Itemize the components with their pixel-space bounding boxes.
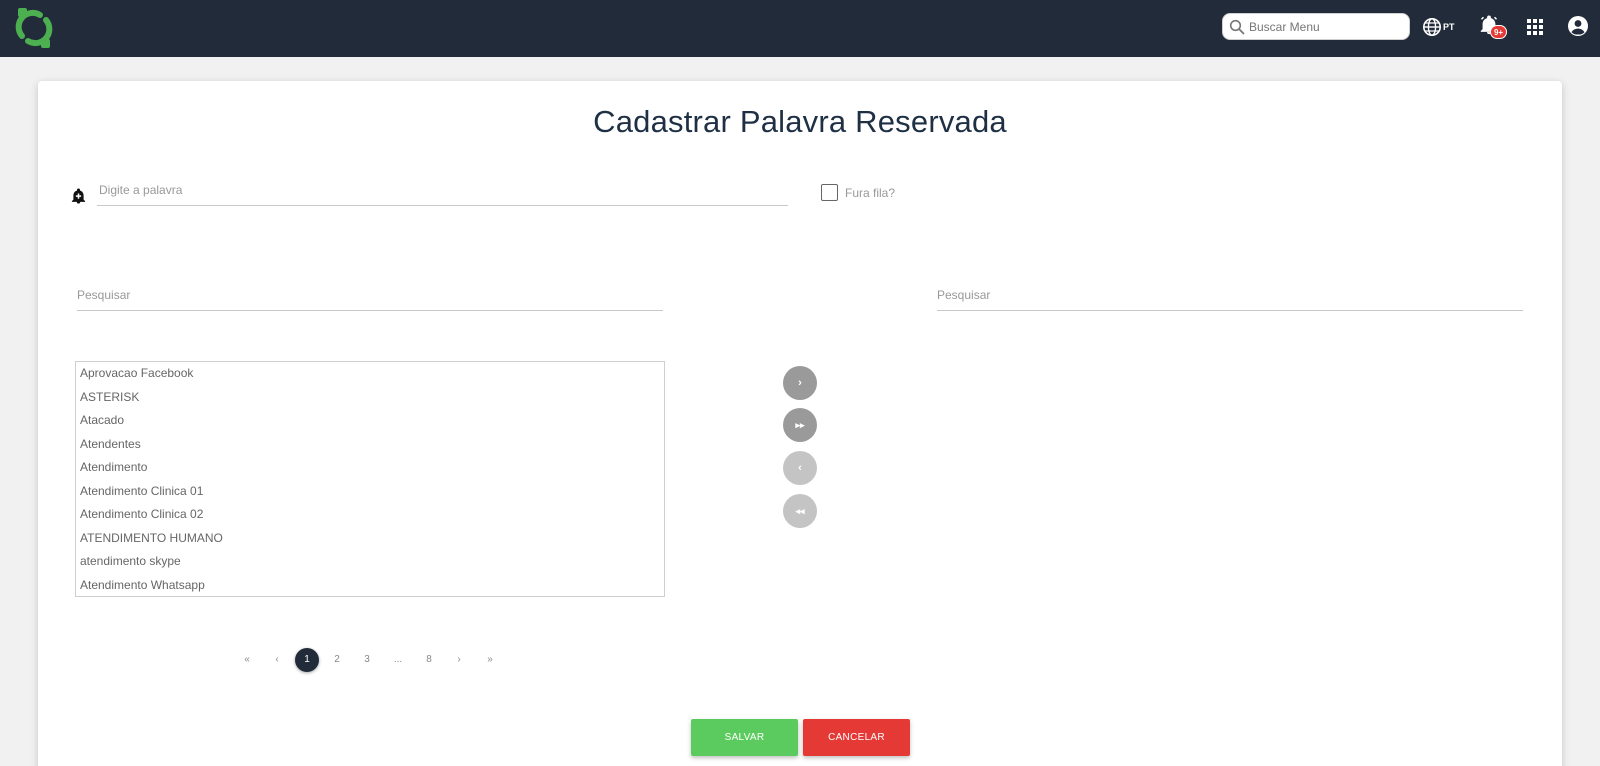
search-available-field	[77, 281, 663, 311]
list-item[interactable]: Atacado	[76, 409, 664, 433]
list-item[interactable]: ATENDIMENTO HUMANO	[76, 527, 664, 551]
list-item[interactable]: atendimento skype	[76, 550, 664, 574]
list-item[interactable]: Atendimento	[76, 456, 664, 480]
list-item[interactable]: Aprovacao Facebook	[76, 362, 664, 386]
apps-grid-icon	[1527, 19, 1543, 35]
page-prev-button[interactable]: ‹	[265, 648, 289, 672]
page-last-button[interactable]: »	[478, 648, 502, 672]
word-field	[97, 176, 788, 206]
save-button[interactable]: SALVAR	[691, 719, 798, 756]
top-navbar: PT 9+	[0, 0, 1600, 57]
move-all-right-button[interactable]: ▸▸	[783, 408, 817, 442]
search-selected-input[interactable]	[937, 281, 1523, 309]
fura-fila-label: Fura fila?	[845, 186, 896, 200]
move-right-button[interactable]: ›	[783, 366, 817, 400]
list-item[interactable]: ASTERISK	[76, 386, 664, 410]
language-code: PT	[1443, 22, 1455, 32]
notifications-button[interactable]: 9+	[1478, 14, 1507, 42]
page-1-button[interactable]: 1	[295, 648, 319, 672]
cancel-button[interactable]: CANCELAR	[803, 719, 910, 756]
page-3-button[interactable]: 3	[355, 648, 379, 672]
apps-grid-button[interactable]	[1524, 16, 1546, 38]
globe-icon	[1423, 18, 1441, 36]
page-title: Cadastrar Palavra Reservada	[593, 104, 1007, 139]
search-selected-field	[937, 281, 1523, 311]
page-next-button[interactable]: ›	[447, 648, 471, 672]
page-first-button[interactable]: «	[235, 648, 259, 672]
list-item[interactable]: Atendimento Clinica 01	[76, 480, 664, 504]
list-item[interactable]: Atendimento Clinica 02	[76, 503, 664, 527]
word-input[interactable]	[97, 176, 788, 204]
menu-search	[1222, 13, 1410, 40]
page-2-button[interactable]: 2	[325, 648, 349, 672]
fura-fila-checkbox[interactable]	[821, 184, 838, 201]
page-ellipsis: ...	[393, 654, 403, 665]
list-item[interactable]: Atendimento Whatsapp	[76, 574, 664, 597]
move-all-left-button[interactable]: ◂◂	[783, 494, 817, 528]
move-left-button[interactable]: ‹	[783, 451, 817, 485]
app-logo-icon[interactable]	[14, 6, 54, 50]
notification-count-badge: 9+	[1490, 25, 1507, 39]
account-button[interactable]	[1566, 14, 1590, 38]
available-queues-list[interactable]: Aprovacao Facebook ASTERISK Atacado Aten…	[75, 361, 665, 597]
add-alert-icon	[70, 187, 87, 205]
page-8-button[interactable]: 8	[417, 648, 441, 672]
account-circle-icon	[1568, 16, 1588, 36]
menu-search-input[interactable]	[1249, 16, 1405, 38]
search-available-input[interactable]	[77, 281, 663, 309]
list-item[interactable]: Atendentes	[76, 433, 664, 457]
language-selector[interactable]: PT	[1422, 16, 1455, 38]
search-icon	[1229, 19, 1245, 35]
